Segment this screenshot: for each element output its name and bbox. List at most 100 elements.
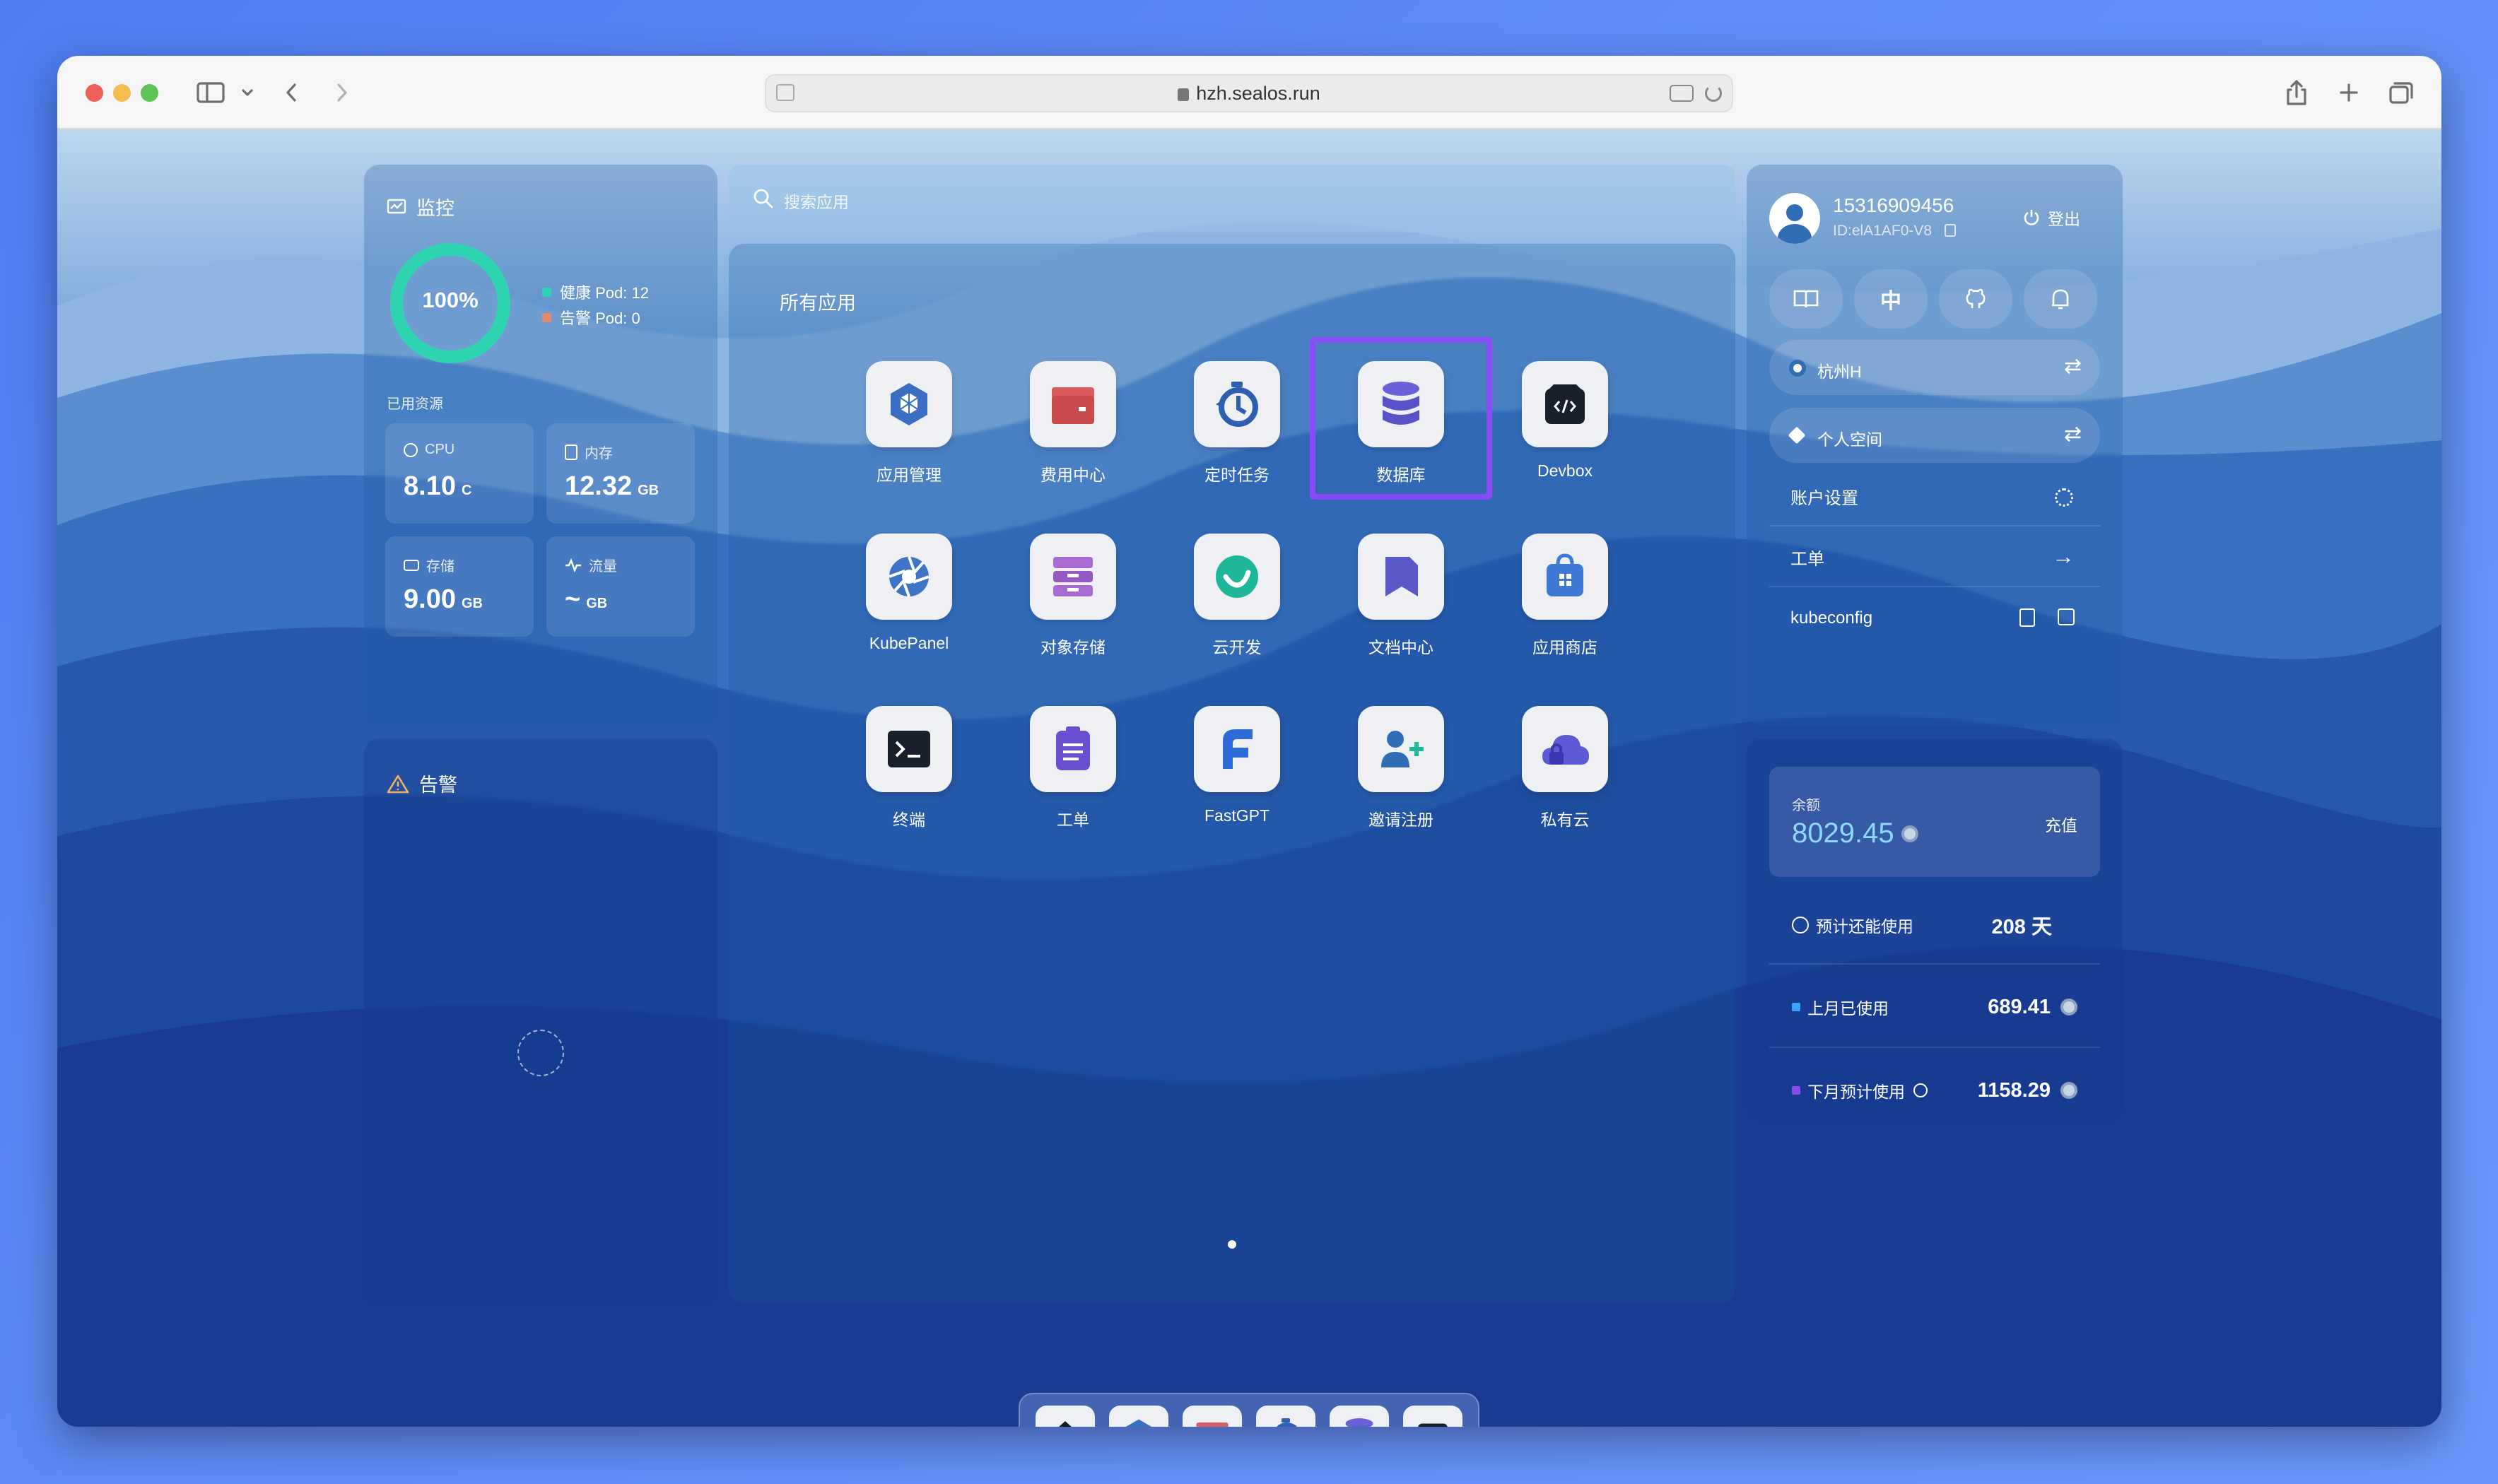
app-object-storage[interactable]: 对象存储 bbox=[1002, 534, 1144, 658]
storage-value: 9.00 bbox=[404, 584, 456, 614]
dock-billing[interactable] bbox=[1183, 1406, 1242, 1427]
url-text: hzh.sealos.run bbox=[1196, 82, 1320, 104]
logout-button[interactable]: 登出 bbox=[2022, 206, 2080, 230]
wallet-icon bbox=[1030, 361, 1116, 447]
app-app-management[interactable]: 应用管理 bbox=[838, 361, 980, 485]
traffic-card: 流量 ~ GB bbox=[546, 536, 695, 637]
close-window-button[interactable] bbox=[86, 84, 103, 102]
gear-icon bbox=[2055, 488, 2073, 507]
memory-card: 内存 12.32 GB bbox=[546, 423, 695, 524]
app-app-store[interactable]: 应用商店 bbox=[1494, 534, 1636, 658]
app-label: 费用中心 bbox=[1040, 466, 1106, 484]
dock-devbox[interactable] bbox=[1403, 1406, 1462, 1427]
minimize-window-button[interactable] bbox=[113, 84, 131, 102]
code-box-icon bbox=[1418, 1423, 1448, 1427]
app-cron-jobs[interactable]: 定时任务 bbox=[1166, 361, 1308, 485]
address-bar[interactable]: hzh.sealos.run bbox=[765, 74, 1733, 112]
app-devbox[interactable]: Devbox bbox=[1494, 361, 1636, 481]
sidebar-toggle-icon[interactable] bbox=[193, 76, 228, 110]
app-cloud-dev[interactable]: 云开发 bbox=[1166, 534, 1308, 658]
region-label: 杭州H bbox=[1817, 363, 1862, 381]
app-terminal[interactable]: 终端 bbox=[838, 706, 980, 830]
workspace-cube-icon bbox=[1788, 426, 1806, 444]
balance-value: 8029.45 bbox=[1792, 818, 1918, 849]
switch-workspace-icon[interactable]: ⇄ bbox=[2064, 422, 2082, 447]
app-ticket[interactable]: 工单 bbox=[1002, 706, 1144, 830]
wallet-icon bbox=[1196, 1423, 1229, 1427]
browser-window: hzh.sealos.run 监控 100% 健康 Pod: 12 告警 Pod… bbox=[57, 56, 2441, 1427]
dock-cron-jobs[interactable] bbox=[1256, 1406, 1315, 1427]
copy-icon[interactable] bbox=[1945, 224, 1956, 237]
tabs-overview-icon[interactable] bbox=[2386, 76, 2417, 110]
apps-section-title: 所有应用 bbox=[780, 293, 856, 314]
github-button[interactable] bbox=[1939, 269, 2012, 329]
storage-label: 存储 bbox=[426, 559, 455, 575]
storage-unit: GB bbox=[461, 596, 483, 611]
apps-panel: 所有应用 应用管理 费用中心 定时任务 数据库 Devbox KubePanel… bbox=[729, 244, 1735, 1304]
arrow-right-icon: → bbox=[2052, 543, 2075, 569]
dock-app-management[interactable] bbox=[1109, 1406, 1168, 1427]
next-month-label: 下月预计使用 bbox=[1807, 1083, 1905, 1101]
fastgpt-icon bbox=[1194, 706, 1280, 792]
app-label: 应用商店 bbox=[1532, 638, 1597, 656]
app-private-cloud[interactable]: 私有云 bbox=[1494, 706, 1636, 830]
app-fastgpt[interactable]: FastGPT bbox=[1166, 706, 1308, 825]
coin-icon bbox=[2060, 999, 2077, 1015]
app-database[interactable]: 数据库 bbox=[1330, 361, 1472, 485]
translate-icon[interactable] bbox=[1670, 85, 1694, 102]
search-bar[interactable]: 搜索应用 bbox=[729, 165, 1735, 232]
cpu-unit: C bbox=[461, 483, 472, 498]
user-id: ID:elA1AF0-V8 bbox=[1833, 223, 1933, 239]
dock-home[interactable] bbox=[1036, 1406, 1095, 1427]
page-icon bbox=[776, 84, 794, 101]
region-selector[interactable]: 杭州H ⇄ bbox=[1769, 340, 2100, 395]
download-icon[interactable] bbox=[2019, 608, 2035, 627]
chevron-down-icon[interactable] bbox=[237, 76, 258, 110]
zoom-window-button[interactable] bbox=[141, 84, 158, 102]
page-indicator-dot[interactable] bbox=[1228, 1240, 1236, 1249]
lock-icon bbox=[1178, 88, 1190, 101]
workspace-selector[interactable]: 个人空间 ⇄ bbox=[1769, 408, 2100, 463]
search-placeholder: 搜索应用 bbox=[784, 193, 849, 211]
docs-button[interactable] bbox=[1769, 269, 1843, 329]
last-month-value: 689.41 bbox=[1988, 995, 2051, 1018]
empty-state-icon bbox=[517, 1030, 564, 1076]
user-phone: 15316909456 bbox=[1833, 194, 1954, 216]
language-button[interactable]: 中 bbox=[1854, 269, 1928, 329]
app-label: 对象存储 bbox=[1040, 638, 1106, 656]
account-settings-row[interactable]: 账户设置 bbox=[1769, 467, 2100, 526]
dock bbox=[1019, 1393, 1479, 1427]
app-label: 文档中心 bbox=[1368, 638, 1433, 656]
region-icon bbox=[1789, 360, 1806, 377]
last-month-label: 上月已使用 bbox=[1807, 999, 1889, 1018]
new-tab-icon[interactable] bbox=[2335, 76, 2363, 110]
bell-icon bbox=[2052, 289, 2069, 310]
github-icon bbox=[1966, 288, 1986, 308]
app-kubepanel[interactable]: KubePanel bbox=[838, 534, 980, 653]
app-invite[interactable]: 邀请注册 bbox=[1330, 706, 1472, 830]
back-icon[interactable] bbox=[278, 76, 306, 110]
help-icon[interactable] bbox=[1913, 1083, 1928, 1097]
coin-icon bbox=[1901, 825, 1918, 842]
app-label: 定时任务 bbox=[1204, 466, 1269, 484]
avatar[interactable] bbox=[1769, 193, 1820, 244]
app-label: 数据库 bbox=[1376, 466, 1426, 484]
switch-region-icon[interactable]: ⇄ bbox=[2064, 354, 2082, 379]
ticket-row[interactable]: 工单 → bbox=[1769, 528, 2100, 587]
forward-icon[interactable] bbox=[327, 76, 356, 110]
store-bag-icon bbox=[1522, 534, 1608, 620]
app-label: 私有云 bbox=[1540, 811, 1590, 829]
dock-database[interactable] bbox=[1330, 1406, 1389, 1427]
home-icon bbox=[1059, 1421, 1072, 1427]
recharge-button[interactable]: 充值 bbox=[2045, 812, 2077, 836]
copy-kubeconfig-icon[interactable] bbox=[2058, 608, 2075, 625]
warning-icon bbox=[387, 775, 409, 793]
share-icon[interactable] bbox=[2282, 76, 2311, 110]
notifications-button[interactable] bbox=[2024, 269, 2097, 329]
language-label: 中 bbox=[1880, 290, 1901, 313]
app-docs-center[interactable]: 文档中心 bbox=[1330, 534, 1472, 658]
reload-icon[interactable] bbox=[1705, 85, 1722, 102]
app-billing-center[interactable]: 费用中心 bbox=[1002, 361, 1144, 485]
private-cloud-icon bbox=[1522, 706, 1608, 792]
used-resources-label: 已用资源 bbox=[387, 396, 443, 412]
